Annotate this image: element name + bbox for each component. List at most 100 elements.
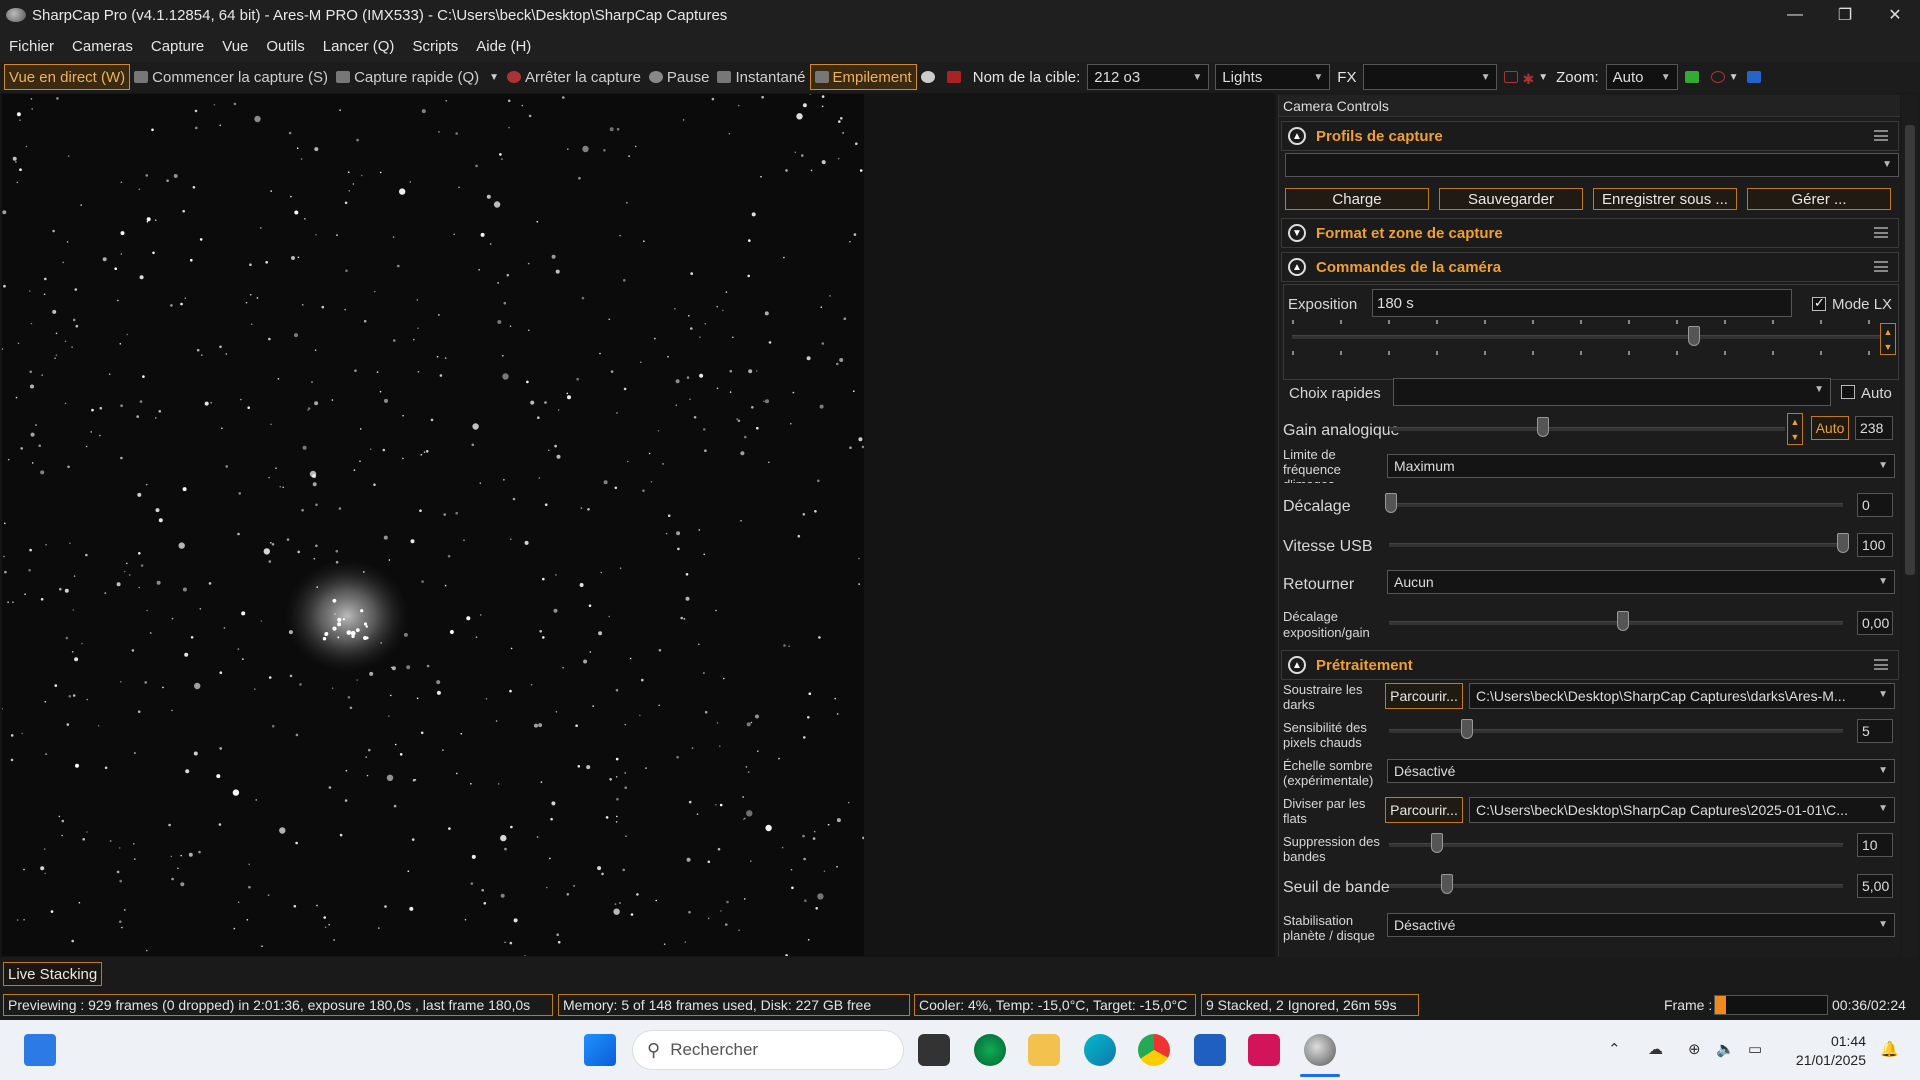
menu-icon[interactable] bbox=[1874, 130, 1888, 141]
fits-icon[interactable] bbox=[943, 64, 969, 90]
exposure-slider[interactable] bbox=[1292, 335, 1882, 339]
notification-bell-icon[interactable]: 🔔 bbox=[1880, 1040, 1899, 1058]
start-capture-button[interactable]: Commencer la capture (S) bbox=[130, 64, 332, 90]
hot-pixel-value[interactable]: 5 bbox=[1857, 719, 1893, 743]
lx-mode-checkbox[interactable] bbox=[1812, 295, 1826, 311]
save-as-profile-button[interactable]: Enregistrer sous ... bbox=[1593, 188, 1737, 210]
live-stack-image[interactable] bbox=[2, 94, 864, 956]
menu-fichier[interactable]: Fichier bbox=[0, 38, 63, 55]
menu-aide[interactable]: Aide (H) bbox=[467, 38, 540, 55]
band-threshold-slider-thumb[interactable] bbox=[1441, 874, 1453, 894]
banding-value[interactable]: 10 bbox=[1857, 833, 1893, 857]
task-view-icon[interactable] bbox=[918, 1034, 950, 1066]
zoom-select[interactable]: Auto ▼ bbox=[1605, 64, 1678, 90]
gain-slider-thumb[interactable] bbox=[1537, 417, 1549, 437]
exp-gain-offset-slider[interactable] bbox=[1389, 621, 1843, 625]
close-button[interactable]: ✕ bbox=[1870, 0, 1920, 30]
edge-browser-icon[interactable] bbox=[1084, 1034, 1116, 1066]
menu-icon[interactable] bbox=[1874, 261, 1888, 272]
gain-slider[interactable] bbox=[1389, 427, 1785, 431]
menu-outils[interactable]: Outils bbox=[257, 38, 313, 55]
browse-darks-button[interactable]: Parcourir... bbox=[1385, 683, 1463, 709]
snapshot-button[interactable]: Instantané bbox=[713, 64, 809, 90]
profile-select[interactable]: ▼ bbox=[1285, 153, 1899, 177]
store-icon[interactable] bbox=[1194, 1034, 1226, 1066]
chevron-down-icon[interactable]: ▼ bbox=[489, 72, 499, 83]
taskbar-search[interactable]: ⚲ Rechercher bbox=[632, 1030, 904, 1070]
offset-slider-thumb[interactable] bbox=[1385, 493, 1397, 513]
menu-icon[interactable] bbox=[1874, 227, 1888, 238]
hot-pixel-slider-thumb[interactable] bbox=[1461, 719, 1473, 739]
manage-profiles-button[interactable]: Gérer ... bbox=[1747, 188, 1891, 210]
menu-capture[interactable]: Capture bbox=[142, 38, 213, 55]
sharpcap-taskbar-icon[interactable] bbox=[1304, 1034, 1336, 1066]
menu-lancer[interactable]: Lancer (Q) bbox=[314, 38, 404, 55]
browse-flats-button[interactable]: Parcourir... bbox=[1385, 797, 1463, 823]
section-capture-profiles[interactable]: ▲ Profils de capture bbox=[1281, 121, 1899, 151]
band-threshold-slider[interactable] bbox=[1389, 884, 1843, 888]
frame-type-select[interactable]: Lights ▼ bbox=[1215, 64, 1331, 90]
section-camera-controls[interactable]: ▲ Commandes de la caméra bbox=[1281, 252, 1899, 282]
target-name-select[interactable]: 212 o3 ▼ bbox=[1087, 64, 1210, 90]
quick-choice-auto-checkbox[interactable] bbox=[1841, 385, 1855, 399]
live-stacking-tab[interactable]: Live Stacking bbox=[3, 962, 103, 986]
gain-auto-button[interactable]: Auto bbox=[1811, 416, 1849, 440]
power-icon[interactable]: ▭ bbox=[1748, 1040, 1762, 1058]
band-threshold-value[interactable]: 5,00 bbox=[1857, 874, 1893, 898]
astro-app-icon[interactable] bbox=[1248, 1034, 1280, 1066]
frame-rate-select[interactable]: Maximum ▼ bbox=[1387, 454, 1895, 478]
menu-scripts[interactable]: Scripts bbox=[403, 38, 467, 55]
planet-stab-select[interactable]: Désactivé ▼ bbox=[1387, 913, 1895, 937]
reticle-icon[interactable]: ✱ ▼ bbox=[1500, 64, 1552, 90]
panel-scrollbar[interactable] bbox=[1902, 95, 1918, 957]
windows-start-icon[interactable] bbox=[584, 1034, 616, 1066]
minimize-button[interactable]: — bbox=[1770, 0, 1820, 30]
usb-speed-slider[interactable] bbox=[1389, 543, 1843, 547]
quick-choice-select[interactable]: ▼ bbox=[1393, 378, 1831, 406]
stacking-button[interactable]: Empilement bbox=[809, 64, 917, 90]
chrome-browser-icon[interactable] bbox=[1138, 1034, 1170, 1066]
widgets-icon[interactable] bbox=[24, 1034, 56, 1066]
exposure-spinner[interactable]: ▲ ▼ bbox=[1880, 323, 1896, 355]
pause-button[interactable]: Pause bbox=[645, 64, 714, 90]
language-icon[interactable]: ⊕ bbox=[1688, 1040, 1701, 1058]
menu-cameras[interactable]: Cameras bbox=[63, 38, 142, 55]
usb-speed-value[interactable]: 100 bbox=[1857, 533, 1893, 557]
exp-gain-offset-slider-thumb[interactable] bbox=[1617, 611, 1629, 631]
darks-path-select[interactable]: C:\Users\beck\Desktop\SharpCap Captures\… bbox=[1469, 683, 1895, 709]
quick-capture-button[interactable]: Capture rapide (Q) ▼ bbox=[332, 64, 503, 90]
gain-value[interactable]: 238 bbox=[1855, 416, 1893, 440]
offset-slider[interactable] bbox=[1389, 503, 1843, 507]
dark-scale-select[interactable]: Désactivé ▼ bbox=[1387, 759, 1895, 783]
gain-spinner[interactable]: ▲ ▼ bbox=[1787, 413, 1803, 445]
menu-vue[interactable]: Vue bbox=[213, 38, 257, 55]
exp-gain-offset-value[interactable]: 0,00 bbox=[1857, 611, 1893, 635]
fx-select[interactable]: ▼ bbox=[1363, 64, 1498, 90]
stop-capture-button[interactable]: Arrêter la capture bbox=[503, 64, 645, 90]
banding-slider[interactable] bbox=[1389, 843, 1843, 847]
live-view-button[interactable]: Vue en direct (W) bbox=[4, 64, 131, 90]
exposure-slider-thumb[interactable] bbox=[1688, 326, 1700, 346]
usb-speed-slider-thumb[interactable] bbox=[1837, 533, 1849, 553]
load-profile-button[interactable]: Charge bbox=[1285, 188, 1429, 210]
menu-icon[interactable] bbox=[1874, 659, 1888, 670]
exposure-input[interactable]: 180 s bbox=[1372, 289, 1792, 317]
save-profile-button[interactable]: Sauvegarder bbox=[1439, 188, 1583, 210]
scrollbar-thumb[interactable] bbox=[1905, 125, 1915, 575]
hot-pixel-slider[interactable] bbox=[1389, 729, 1843, 733]
banding-slider-thumb[interactable] bbox=[1431, 833, 1443, 853]
flip-select[interactable]: Aucun ▼ bbox=[1387, 570, 1895, 594]
onedrive-icon[interactable]: ☁ bbox=[1648, 1040, 1663, 1058]
offset-value[interactable]: 0 bbox=[1857, 493, 1893, 517]
moon-icon[interactable] bbox=[917, 64, 943, 90]
section-preprocessing[interactable]: ▲ Prétraitement bbox=[1281, 650, 1899, 680]
flats-path-select[interactable]: C:\Users\beck\Desktop\SharpCap Captures\… bbox=[1469, 797, 1895, 823]
focus-assist-icon[interactable]: ▼ bbox=[1707, 64, 1743, 90]
volume-icon[interactable]: 🔈 bbox=[1716, 1040, 1735, 1058]
histogram-icon[interactable] bbox=[1681, 64, 1707, 90]
phd2-app-icon[interactable] bbox=[974, 1034, 1006, 1066]
taskbar-clock[interactable]: 01:44 21/01/2025 bbox=[1796, 1032, 1866, 1070]
tray-overflow-icon[interactable]: ⌃ bbox=[1608, 1040, 1621, 1058]
file-explorer-icon[interactable] bbox=[1028, 1034, 1060, 1066]
maximize-button[interactable]: ❐ bbox=[1820, 0, 1870, 30]
